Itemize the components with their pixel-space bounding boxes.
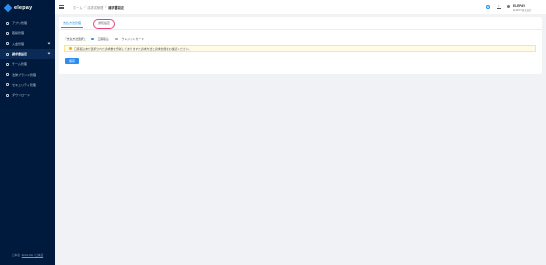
menu-icon[interactable] bbox=[59, 5, 64, 9]
settings-card: 支払方法管理 通知設定 「支払方法選択」： 口座振込 クレジットカード 口座振込… bbox=[59, 17, 542, 74]
payment-option-group: 「支払方法選択」： 口座振込 クレジットカード bbox=[64, 37, 147, 41]
radio-label: 口座振込 bbox=[97, 37, 109, 41]
download-icon[interactable] bbox=[497, 3, 501, 9]
invoice-icon bbox=[6, 52, 9, 56]
sidebar-item-label: ダウンロード bbox=[12, 93, 31, 98]
notice-banner: 口座振込未だ選択された請求書を登録してありますた請求方法と請求金額をお確認くださ… bbox=[64, 45, 536, 52]
shield-icon bbox=[6, 83, 9, 87]
sidebar-item-team[interactable]: チーム管理 bbox=[0, 59, 55, 69]
notice-text: 口座振込未だ選択された請求書を登録してありますた請求方法と請求金額をお確認くださ… bbox=[74, 46, 192, 51]
sidebar-item-label: チーム管理 bbox=[12, 62, 27, 67]
download-icon bbox=[6, 93, 9, 97]
sidebar: elepay アプリ管理 取締管理 入金管理 請求書設定 チーム管理 法律ブラン… bbox=[0, 0, 55, 265]
sidebar-item-download[interactable]: ダウンロード bbox=[0, 90, 55, 100]
sidebar-item-app[interactable]: アプリ管理 bbox=[0, 18, 55, 28]
save-button[interactable]: 保存 bbox=[65, 58, 79, 64]
breadcrumb-invoice[interactable]: 請求書管理 bbox=[87, 5, 103, 10]
radio-credit-card[interactable] bbox=[114, 37, 118, 41]
warning-icon bbox=[69, 47, 72, 50]
top-header: ホーム/ 請求書管理/ 請求書設定 ? ELEPAY ELEPAY株式会社 bbox=[55, 0, 546, 14]
radio-label: クレジットカード bbox=[121, 37, 144, 41]
sidebar-item-label: アプリ管理 bbox=[12, 21, 28, 26]
chevron-down-icon bbox=[47, 51, 51, 55]
breadcrumb: ホーム / 請求書管理 / 請求書設定 bbox=[73, 5, 124, 10]
sidebar-item-payments[interactable]: 入金管理 bbox=[0, 39, 55, 49]
app-icon bbox=[6, 21, 9, 25]
payment-option-prefix: 「支払方法選択」： bbox=[64, 37, 88, 41]
breadcrumb-current: 請求書設定 bbox=[108, 6, 125, 10]
breadcrumb-separator: / bbox=[84, 5, 86, 9]
sidebar-item-label: 取締管理 bbox=[12, 31, 25, 36]
team-icon bbox=[6, 62, 9, 66]
language-link[interactable]: ENGLISH / 日本語 bbox=[22, 253, 43, 257]
side-menu: アプリ管理 取締管理 入金管理 請求書設定 チーム管理 法律ブランド管理 セキュ… bbox=[0, 18, 55, 100]
sidebar-item-label: 請求書設定 bbox=[12, 52, 28, 57]
document-icon bbox=[6, 31, 9, 35]
sidebar-item-transactions[interactable]: 取締管理 bbox=[0, 28, 55, 38]
brand-icon bbox=[6, 73, 9, 77]
logo[interactable]: elepay bbox=[3, 3, 33, 12]
wallet-icon bbox=[6, 42, 9, 46]
sidebar-item-security[interactable]: セキュリティ管理 bbox=[0, 80, 55, 90]
sidebar-item-brand[interactable]: 法律ブランド管理 bbox=[0, 69, 55, 79]
language-prefix: 日本語 bbox=[12, 254, 20, 257]
sidebar-item-label: セキュリティ管理 bbox=[12, 82, 36, 87]
breadcrumb-separator: / bbox=[105, 5, 107, 9]
sidebar-item-label: 入金管理 bbox=[12, 41, 25, 46]
tab-notification[interactable]: 通知設定 bbox=[93, 18, 116, 29]
logo-text: elepay bbox=[14, 4, 33, 11]
help-icon[interactable]: ? bbox=[486, 4, 490, 9]
user-company: ELEPAY株式会社 bbox=[513, 9, 532, 12]
sidebar-item-label: 法律ブランド管理 bbox=[12, 72, 37, 77]
language-switcher: 日本語 ENGLISH / 日本語 bbox=[12, 253, 43, 257]
tab-divider bbox=[59, 28, 542, 29]
logo-icon bbox=[3, 3, 13, 12]
avatar[interactable] bbox=[507, 5, 510, 8]
radio-bank-transfer[interactable] bbox=[90, 37, 94, 41]
breadcrumb-home[interactable]: ホーム bbox=[73, 5, 82, 10]
user-name[interactable]: ELEPAY bbox=[513, 4, 525, 8]
sidebar-item-invoice[interactable]: 請求書設定 bbox=[0, 48, 55, 60]
chevron-down-icon bbox=[47, 41, 51, 45]
